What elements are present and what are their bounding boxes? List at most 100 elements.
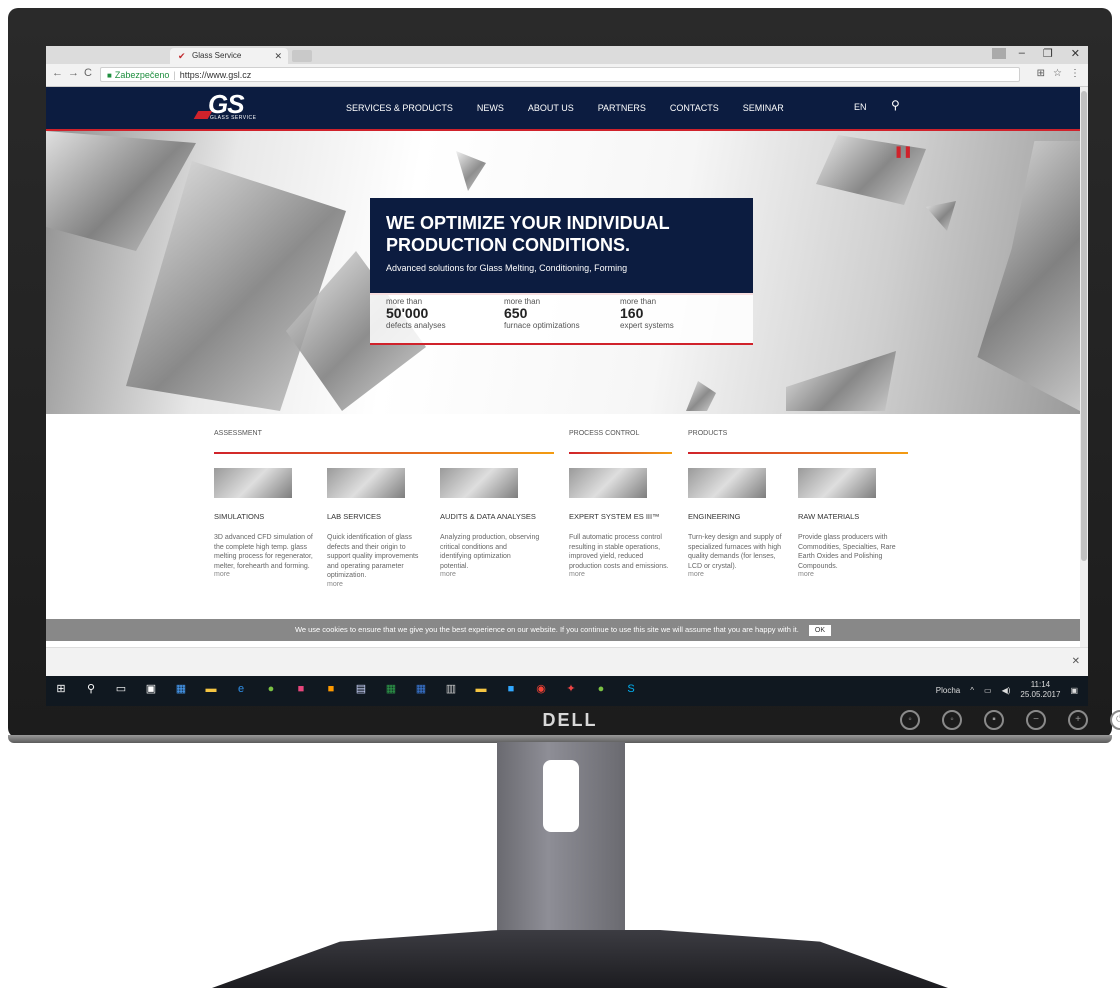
menu-seminar[interactable]: SEMINAR xyxy=(743,103,784,113)
menu-about-us[interactable]: ABOUT US xyxy=(528,103,574,113)
volume-icon[interactable]: ◀) xyxy=(1002,686,1011,695)
close-window-icon[interactable]: ✕ xyxy=(1071,47,1080,60)
pause-icon[interactable]: ❚❚ xyxy=(894,145,912,158)
monitor-button: ▪ xyxy=(984,710,1004,730)
illustrator-icon[interactable]: ■ xyxy=(324,682,338,696)
monitor-power-button: ⏻ xyxy=(1110,710,1120,730)
more-link[interactable]: more xyxy=(569,571,669,578)
excel-icon[interactable]: ▦ xyxy=(384,682,398,696)
menu-icon[interactable]: ⋮ xyxy=(1070,68,1080,79)
more-link[interactable]: more xyxy=(327,581,427,588)
task-view-icon[interactable]: ▭ xyxy=(114,682,128,696)
app-icon[interactable]: ● xyxy=(264,682,278,696)
minimize-icon[interactable]: – xyxy=(1019,47,1025,60)
browser-tab[interactable]: ✔ Glass Service ✕ xyxy=(170,48,288,64)
clock[interactable]: 11:14 25.05.2017 xyxy=(1020,680,1060,700)
card-description: Turn-key design and supply of specialize… xyxy=(688,534,782,570)
card-description: Provide glass producers with Commodities… xyxy=(798,534,896,570)
group-title-assessment: ASSESSMENT xyxy=(214,430,262,437)
hero-banner: ❚❚ WE OPTIMIZE YOUR INDIVIDUAL PRODUCTIO… xyxy=(46,131,1080,414)
profile-icon[interactable] xyxy=(992,48,1006,59)
menu-contacts[interactable]: CONTACTS xyxy=(670,103,719,113)
calculator-icon[interactable]: ▥ xyxy=(444,682,458,696)
clock-time: 11:14 xyxy=(1030,680,1051,689)
edge-icon[interactable]: e xyxy=(234,682,248,696)
more-link[interactable]: more xyxy=(688,571,788,578)
reload-icon[interactable]: C xyxy=(84,67,92,79)
logo-subtext: GLASS SERVICE xyxy=(210,115,257,121)
stat-label: defects analyses xyxy=(386,321,446,330)
card-thumbnail xyxy=(798,468,876,498)
taskbar-apps: ⊞ ⚲ ▭ ▣ ▦ ▬ e ● ■ ■ ▤ ▦ ▦ ▥ ▬ ■ ◉ ✦ ● S xyxy=(54,682,638,696)
card-expert-system[interactable]: EXPERT SYSTEM ES III™ Full automatic pro… xyxy=(569,468,669,578)
cookie-text: We use cookies to ensure that we give yo… xyxy=(294,625,799,634)
card-raw-materials[interactable]: RAW MATERIALS Provide glass producers wi… xyxy=(798,468,898,578)
more-link[interactable]: more xyxy=(440,571,540,578)
scroll-thumb[interactable] xyxy=(1081,91,1087,561)
chrome-icon[interactable]: ◉ xyxy=(534,682,548,696)
card-description: Full automatic process control resulting… xyxy=(569,534,669,570)
stat-number: 50'000 xyxy=(386,305,429,321)
gs-logo[interactable]: GS GLASS SERVICE xyxy=(193,89,266,123)
close-tab-icon[interactable]: ✕ xyxy=(274,48,282,64)
menu-news[interactable]: NEWS xyxy=(477,103,504,113)
back-icon[interactable]: ← xyxy=(52,67,63,79)
services-section: ASSESSMENT PROCESS CONTROL PRODUCTS SIMU… xyxy=(46,414,1080,647)
monitor-button: ◦ xyxy=(942,710,962,730)
monitor-button: + xyxy=(1068,710,1088,730)
explorer-icon[interactable]: ▬ xyxy=(474,682,488,696)
card-description: Quick identification of glass defects an… xyxy=(327,534,419,580)
card-audits[interactable]: AUDITS & DATA ANALYSES Analyzing product… xyxy=(440,468,540,578)
card-simulations[interactable]: SIMULATIONS 3D advanced CFD simulation o… xyxy=(214,468,314,578)
card-title: EXPERT SYSTEM ES III™ xyxy=(569,512,660,521)
stat-label: expert systems xyxy=(620,321,674,330)
folder-icon[interactable]: ▬ xyxy=(204,682,218,696)
stat-label: furnace optimizations xyxy=(504,321,580,330)
card-engineering[interactable]: ENGINEERING Turn-key design and supply o… xyxy=(688,468,788,578)
app-icon[interactable]: ✦ xyxy=(564,682,578,696)
tray-chevron-icon[interactable]: ^ xyxy=(970,686,974,695)
group-title-process-control: PROCESS CONTROL xyxy=(569,430,640,437)
store-icon[interactable]: ▣ xyxy=(144,682,158,696)
more-link[interactable]: more xyxy=(798,571,898,578)
menu-partners[interactable]: PARTNERS xyxy=(598,103,646,113)
clock-date: 25.05.2017 xyxy=(1020,690,1061,699)
app-icon[interactable]: ● xyxy=(594,682,608,696)
glass-shard xyxy=(977,141,1080,411)
hero-subtitle: Advanced solutions for Glass Melting, Co… xyxy=(386,263,628,273)
stat-number: 650 xyxy=(504,305,528,321)
forward-icon[interactable]: → xyxy=(68,67,79,79)
new-tab-button[interactable] xyxy=(292,50,312,62)
favicon-icon: ✔ xyxy=(178,51,186,61)
search-icon[interactable]: ⚲ xyxy=(84,682,98,696)
more-link[interactable]: more xyxy=(214,571,314,578)
app-icon[interactable]: ▦ xyxy=(174,682,188,696)
monitor-button: ◦ xyxy=(900,710,920,730)
cookie-ok-button[interactable]: OK xyxy=(808,624,832,636)
tab-bar: ✔ Glass Service ✕ – ❐ ✕ xyxy=(46,46,1088,64)
restore-icon[interactable]: ❐ xyxy=(1043,47,1053,60)
download-bar: ✕ xyxy=(46,647,1088,676)
indesign-icon[interactable]: ■ xyxy=(294,682,308,696)
close-icon[interactable]: ✕ xyxy=(1072,656,1080,667)
notifications-icon[interactable]: ▣ xyxy=(1070,686,1078,695)
secure-label: Zabezpečeno xyxy=(114,70,170,80)
desktop-label[interactable]: Plocha xyxy=(936,686,960,695)
menu-services-products[interactable]: SERVICES & PRODUCTS xyxy=(346,103,453,113)
star-icon[interactable]: ☆ xyxy=(1053,68,1062,79)
network-icon[interactable]: ▭ xyxy=(984,686,992,695)
start-icon[interactable]: ⊞ xyxy=(54,682,68,696)
save-icon[interactable]: ▤ xyxy=(354,682,368,696)
search-icon[interactable]: ⚲ xyxy=(891,98,900,112)
photoshop-icon[interactable]: ■ xyxy=(504,682,518,696)
skype-icon[interactable]: S xyxy=(624,682,638,696)
translate-icon[interactable]: ⊞ xyxy=(1037,68,1045,79)
url-input[interactable]: ■ Zabezpečeno | https://www.gsl.cz xyxy=(100,67,1020,82)
word-icon[interactable]: ▦ xyxy=(414,682,428,696)
card-lab-services[interactable]: LAB SERVICES Quick identification of gla… xyxy=(327,468,427,588)
glass-shard xyxy=(456,151,486,191)
address-bar-icons: ⊞ ☆ ⋮ xyxy=(1037,68,1080,79)
website: GS GLASS SERVICE SERVICES & PRODUCTS NEW… xyxy=(46,87,1080,647)
card-thumbnail xyxy=(569,468,647,498)
language-switch[interactable]: EN xyxy=(854,102,867,112)
